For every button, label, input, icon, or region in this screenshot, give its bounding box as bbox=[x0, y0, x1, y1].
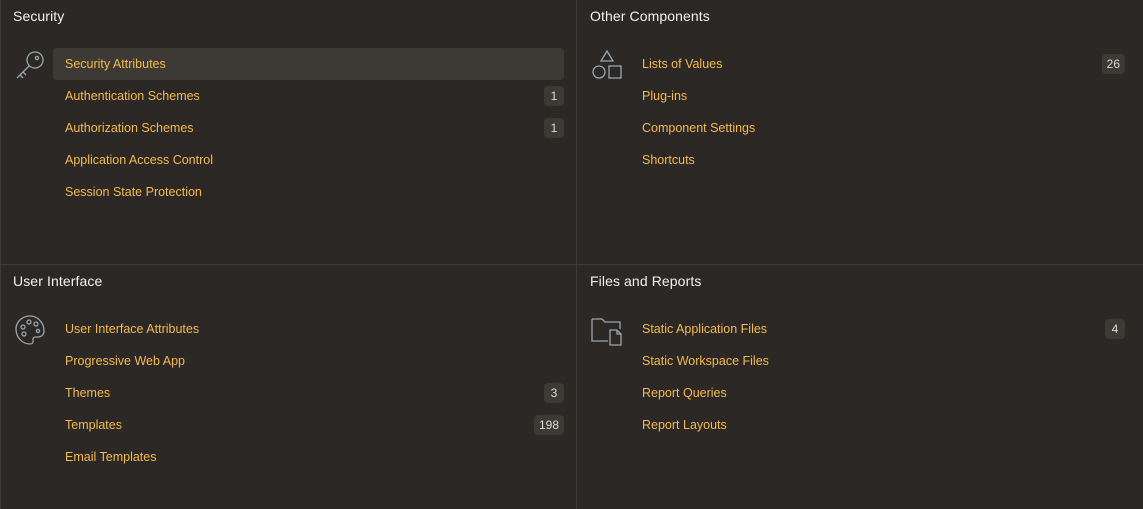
item-label: Report Layouts bbox=[642, 418, 727, 432]
plug-ins-link[interactable]: Plug-ins bbox=[630, 80, 1125, 112]
security-panel-title: Security bbox=[13, 8, 65, 24]
security-panel: Security Security Attributes Authenticat… bbox=[1, 0, 577, 265]
security-attributes-link[interactable]: Security Attributes bbox=[53, 48, 564, 80]
count-badge: 1 bbox=[544, 118, 564, 138]
files-and-reports-item-list: Static Application Files 4 Static Worksp… bbox=[630, 313, 1125, 441]
item-label: Static Workspace Files bbox=[642, 354, 769, 368]
item-label: Progressive Web App bbox=[65, 354, 185, 368]
files-and-reports-panel: Files and Reports Static Application Fil… bbox=[577, 265, 1143, 509]
item-label: Component Settings bbox=[642, 121, 756, 135]
authentication-schemes-link[interactable]: Authentication Schemes 1 bbox=[53, 80, 564, 112]
authorization-schemes-link[interactable]: Authorization Schemes 1 bbox=[53, 112, 564, 144]
static-application-files-link[interactable]: Static Application Files 4 bbox=[630, 313, 1125, 345]
session-state-protection-link[interactable]: Session State Protection bbox=[53, 176, 564, 208]
lists-of-values-link[interactable]: Lists of Values 26 bbox=[630, 48, 1125, 80]
security-item-list: Security Attributes Authentication Schem… bbox=[53, 48, 564, 208]
count-badge: 3 bbox=[544, 383, 564, 403]
user-interface-panel-title: User Interface bbox=[13, 273, 103, 289]
shared-components-grid: Security Security Attributes Authenticat… bbox=[0, 0, 1143, 509]
report-queries-link[interactable]: Report Queries bbox=[630, 377, 1125, 409]
other-components-panel-title: Other Components bbox=[590, 8, 710, 24]
files-and-reports-panel-title: Files and Reports bbox=[590, 273, 702, 289]
email-templates-link[interactable]: Email Templates bbox=[53, 441, 564, 473]
item-label: Themes bbox=[65, 386, 111, 400]
shapes-icon bbox=[590, 48, 624, 82]
item-label: Lists of Values bbox=[642, 57, 723, 71]
templates-link[interactable]: Templates 198 bbox=[53, 409, 564, 441]
count-badge: 198 bbox=[533, 415, 564, 435]
shortcuts-link[interactable]: Shortcuts bbox=[630, 144, 1125, 176]
count-badge: 1 bbox=[544, 86, 564, 106]
folder-file-icon bbox=[590, 313, 624, 347]
count-badge: 26 bbox=[1101, 54, 1125, 74]
count-badge: 4 bbox=[1105, 319, 1125, 339]
item-label: Report Queries bbox=[642, 386, 727, 400]
component-settings-link[interactable]: Component Settings bbox=[630, 112, 1125, 144]
progressive-web-app-link[interactable]: Progressive Web App bbox=[53, 345, 564, 377]
user-interface-attributes-link[interactable]: User Interface Attributes bbox=[53, 313, 564, 345]
item-label: Security Attributes bbox=[65, 57, 166, 71]
application-access-control-link[interactable]: Application Access Control bbox=[53, 144, 564, 176]
report-layouts-link[interactable]: Report Layouts bbox=[630, 409, 1125, 441]
item-label: Authentication Schemes bbox=[65, 89, 200, 103]
user-interface-panel: User Interface User Interface Attributes… bbox=[1, 265, 577, 509]
item-label: Shortcuts bbox=[642, 153, 695, 167]
item-label: Templates bbox=[65, 418, 122, 432]
item-label: Plug-ins bbox=[642, 89, 688, 103]
item-label: Authorization Schemes bbox=[65, 121, 194, 135]
item-label: Email Templates bbox=[65, 450, 157, 464]
other-components-item-list: Lists of Values 26 Plug-ins Component Se… bbox=[630, 48, 1125, 176]
static-workspace-files-link[interactable]: Static Workspace Files bbox=[630, 345, 1125, 377]
user-interface-item-list: User Interface Attributes Progressive We… bbox=[53, 313, 564, 473]
item-label: Application Access Control bbox=[65, 153, 213, 167]
other-components-panel: Other Components Lists of Values 26 Plug… bbox=[577, 0, 1143, 265]
themes-link[interactable]: Themes 3 bbox=[53, 377, 564, 409]
item-label: User Interface Attributes bbox=[65, 322, 200, 336]
palette-icon bbox=[13, 313, 47, 347]
key-icon bbox=[13, 48, 47, 82]
item-label: Static Application Files bbox=[642, 322, 768, 336]
item-label: Session State Protection bbox=[65, 185, 202, 199]
